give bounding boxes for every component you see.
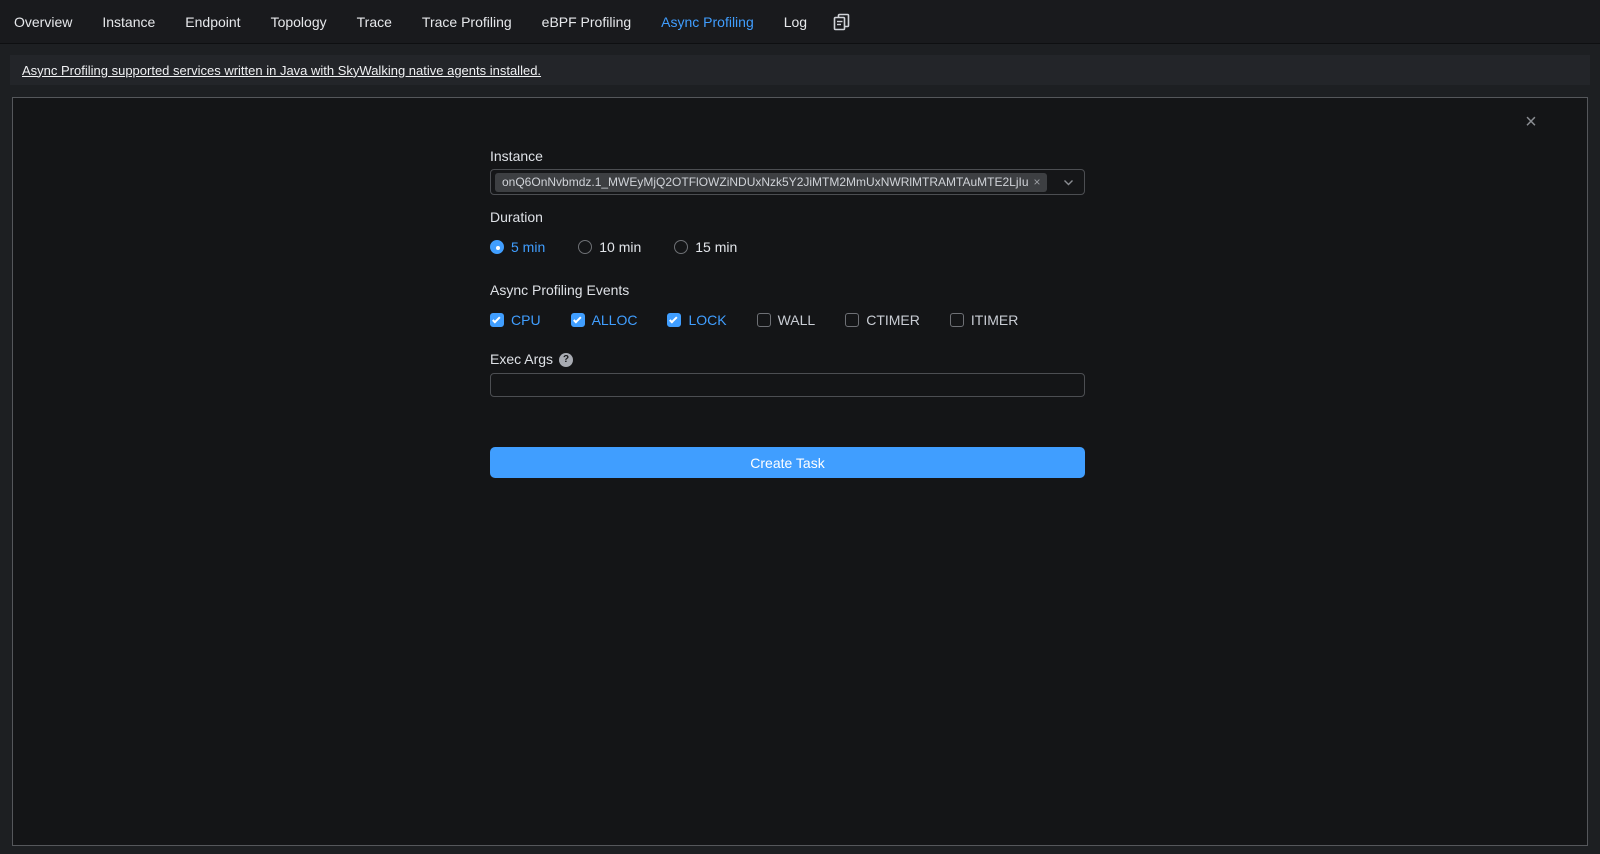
checkbox-wall[interactable]: WALL [757, 312, 816, 328]
checkbox-itimer-label: ITIMER [971, 312, 1018, 328]
create-task-button[interactable]: Create Task [490, 447, 1085, 478]
radio-15min[interactable]: 15 min [674, 239, 737, 255]
nav-tab-trace[interactable]: Trace [357, 0, 392, 44]
checkbox-box-icon [845, 313, 859, 327]
documents-icon[interactable] [833, 13, 850, 31]
nav-tab-log[interactable]: Log [784, 0, 807, 44]
radio-10min-label: 10 min [599, 239, 641, 255]
radio-circle-icon [490, 240, 504, 254]
checkbox-cpu[interactable]: CPU [490, 312, 541, 328]
checkbox-wall-label: WALL [778, 312, 816, 328]
banner-link[interactable]: Async Profiling supported services writt… [22, 63, 541, 78]
nav-tab-trace-profiling[interactable]: Trace Profiling [422, 0, 512, 44]
checkbox-alloc-label: ALLOC [592, 312, 638, 328]
checkbox-itimer[interactable]: ITIMER [950, 312, 1018, 328]
checkbox-ctimer-label: CTIMER [866, 312, 920, 328]
checkbox-lock[interactable]: LOCK [667, 312, 726, 328]
chevron-down-icon[interactable] [1062, 176, 1075, 189]
checkbox-box-icon [571, 313, 585, 327]
radio-15min-label: 15 min [695, 239, 737, 255]
radio-5min[interactable]: 5 min [490, 239, 545, 255]
tag-remove-icon[interactable]: × [1034, 175, 1041, 189]
close-icon[interactable]: × [1521, 112, 1541, 132]
radio-circle-icon [674, 240, 688, 254]
exec-args-label-row: Exec Args ? [490, 351, 1085, 368]
checkbox-alloc[interactable]: ALLOC [571, 312, 638, 328]
radio-10min[interactable]: 10 min [578, 239, 641, 255]
top-navbar: Overview Instance Endpoint Topology Trac… [0, 0, 1600, 44]
events-checkbox-group: CPU ALLOC LOCK WALL CTIMER ITIMER [490, 312, 1085, 328]
checkbox-box-icon [757, 313, 771, 327]
exec-args-input[interactable] [490, 373, 1085, 397]
radio-5min-label: 5 min [511, 239, 545, 255]
exec-args-label: Exec Args [490, 351, 553, 368]
checkbox-cpu-label: CPU [511, 312, 541, 328]
checkbox-lock-label: LOCK [688, 312, 726, 328]
nav-tab-overview[interactable]: Overview [14, 0, 72, 44]
help-icon[interactable]: ? [559, 353, 573, 367]
checkbox-box-icon [950, 313, 964, 327]
checkbox-box-icon [490, 313, 504, 327]
duration-radio-group: 5 min 10 min 15 min [490, 239, 1085, 255]
checkbox-ctimer[interactable]: CTIMER [845, 312, 920, 328]
check-icon [492, 315, 500, 323]
nav-tab-ebpf-profiling[interactable]: eBPF Profiling [542, 0, 631, 44]
create-task-dialog: × Instance onQ6OnNvbmdz.1_MWEyMjQ2OTFlOW… [12, 97, 1588, 846]
nav-tab-instance[interactable]: Instance [102, 0, 155, 44]
instance-label: Instance [490, 148, 1085, 165]
check-icon [670, 315, 678, 323]
instance-tag: onQ6OnNvbmdz.1_MWEyMjQ2OTFlOWZiNDUxNzk5Y… [495, 173, 1047, 192]
events-label: Async Profiling Events [490, 282, 1085, 299]
nav-tabs: Overview Instance Endpoint Topology Trac… [14, 0, 807, 44]
nav-tab-endpoint[interactable]: Endpoint [185, 0, 240, 44]
info-banner: Async Profiling supported services writt… [10, 55, 1590, 85]
nav-tab-topology[interactable]: Topology [271, 0, 327, 44]
nav-tab-async-profiling[interactable]: Async Profiling [661, 0, 754, 44]
instance-tag-text: onQ6OnNvbmdz.1_MWEyMjQ2OTFlOWZiNDUxNzk5Y… [502, 175, 1029, 189]
checkbox-box-icon [667, 313, 681, 327]
radio-circle-icon [578, 240, 592, 254]
check-icon [573, 315, 581, 323]
async-profiling-form: Instance onQ6OnNvbmdz.1_MWEyMjQ2OTFlOWZi… [490, 148, 1085, 478]
instance-select[interactable]: onQ6OnNvbmdz.1_MWEyMjQ2OTFlOWZiNDUxNzk5Y… [490, 169, 1085, 195]
duration-label: Duration [490, 209, 1085, 226]
